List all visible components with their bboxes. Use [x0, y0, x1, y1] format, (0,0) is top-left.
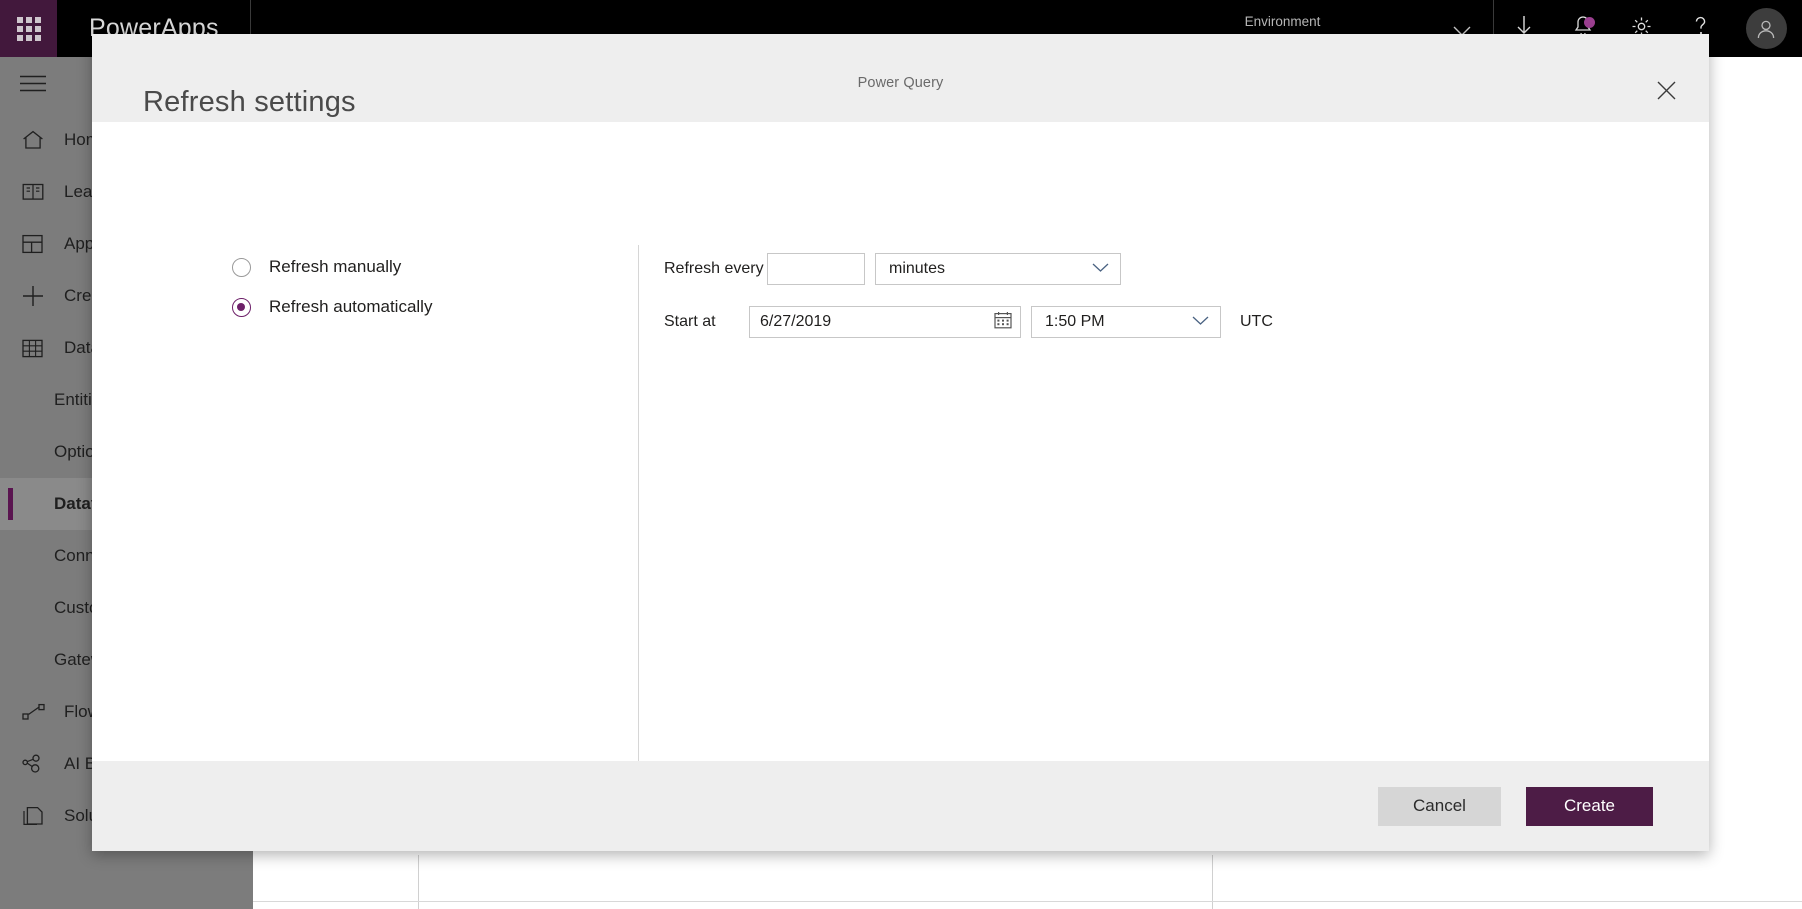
chevron-down-icon [1092, 260, 1109, 278]
page-title: Refresh settings [143, 86, 356, 118]
ai-builder-icon [22, 754, 54, 774]
waffle-menu-button[interactable] [0, 0, 57, 57]
sidebar-selected-indicator [8, 488, 13, 520]
waffle-grid-icon [16, 16, 41, 41]
person-avatar-icon [1745, 8, 1787, 49]
radio-automatically-indicator [232, 297, 251, 317]
refresh-units-dropdown[interactable]: minutes [875, 253, 1121, 285]
close-x-icon [1657, 81, 1676, 105]
schedule-fields: Refresh every minutes Start at 6/27/2019 [664, 248, 1273, 343]
create-button[interactable]: Create [1526, 786, 1653, 826]
radio-refresh-manually[interactable]: Refresh manually [232, 250, 562, 284]
start-time-value: 1:50 PM [1045, 313, 1105, 330]
notification-badge [1584, 17, 1595, 28]
plus-icon [22, 285, 54, 307]
start-at-row: Start at 6/27/2019 1:50 PM UTC [664, 301, 1273, 343]
refresh-mode-radio-group: Refresh manually Refresh automatically [232, 250, 562, 330]
start-time-dropdown[interactable]: 1:50 PM [1031, 306, 1221, 338]
radio-manually-label: Refresh manually [269, 257, 402, 276]
dialog-header: Power Query Refresh settings [92, 34, 1709, 122]
solutions-icon [22, 806, 54, 826]
refresh-every-label: Refresh every [664, 260, 764, 277]
start-date-input[interactable]: 6/27/2019 [749, 306, 1021, 338]
home-icon [22, 130, 54, 150]
timezone-label: UTC [1240, 313, 1273, 330]
start-date-value: 6/27/2019 [760, 313, 832, 330]
refresh-every-row: Refresh every minutes [664, 248, 1273, 290]
flow-icon [22, 703, 54, 721]
table-icon [22, 339, 54, 358]
refresh-units-value: minutes [889, 260, 946, 277]
dialog-body: Refresh manually Refresh automatically R… [92, 122, 1709, 817]
close-button[interactable] [1647, 74, 1685, 112]
refresh-interval-input[interactable] [767, 253, 865, 285]
account-button[interactable] [1730, 0, 1802, 57]
apps-grid-icon [22, 234, 54, 254]
section-divider [638, 245, 639, 817]
hamburger-menu-icon [20, 75, 46, 97]
cancel-button[interactable]: Cancel [1378, 786, 1501, 826]
book-icon [22, 182, 54, 202]
calendar-icon[interactable] [994, 311, 1012, 334]
refresh-settings-dialog: Power Query Refresh settings Refresh man… [92, 34, 1709, 851]
start-at-label: Start at [664, 313, 716, 330]
bg-row-divider [253, 901, 1802, 902]
radio-manually-indicator [232, 257, 251, 277]
radio-automatically-label: Refresh automatically [269, 297, 433, 316]
screen: PowerApps Environment DataflowDemo (oref… [0, 0, 1802, 909]
chevron-down-icon [1192, 313, 1209, 331]
environment-label: Environment [1244, 13, 1321, 29]
dialog-footer: Cancel Create [92, 761, 1709, 851]
radio-refresh-automatically[interactable]: Refresh automatically [232, 290, 562, 324]
